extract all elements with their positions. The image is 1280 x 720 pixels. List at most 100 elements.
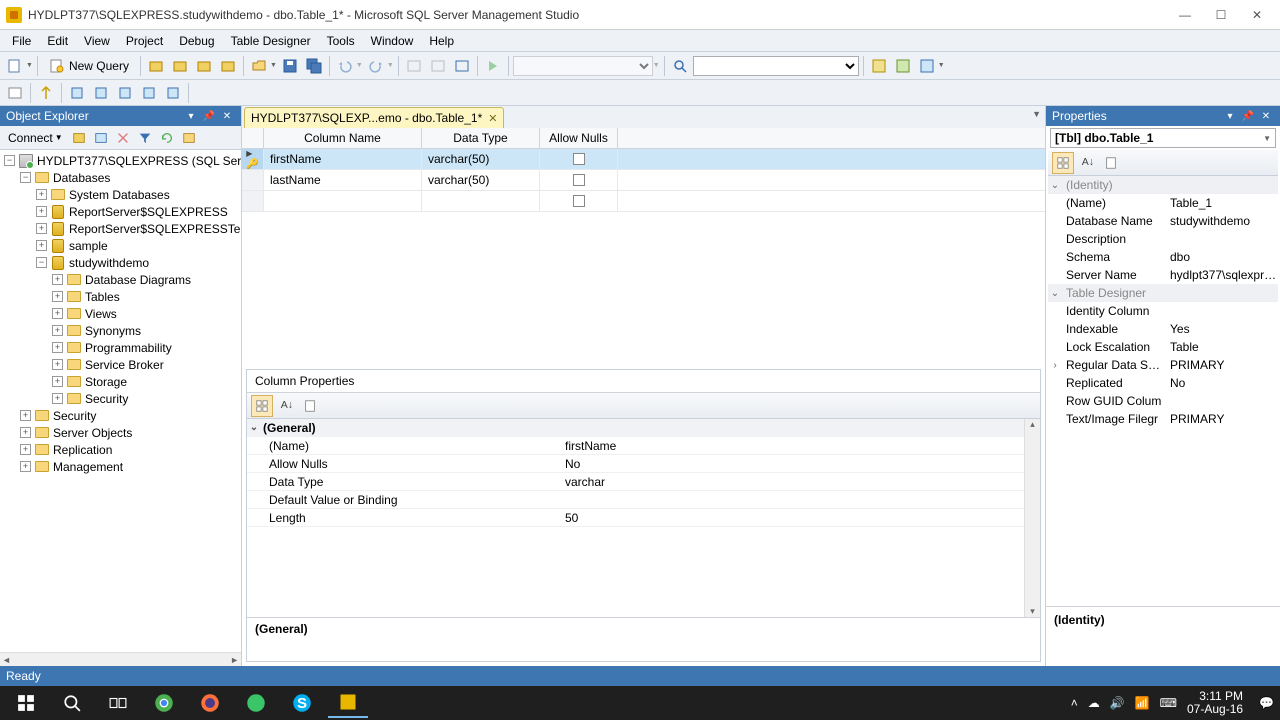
row-selector-0[interactable]: 🔑 (242, 149, 264, 169)
oe-tb-disconnect[interactable] (113, 128, 133, 148)
tb-btn-c[interactable] (916, 55, 938, 77)
tree-node-replication[interactable]: +Replication (0, 441, 241, 458)
tray-keyboard-icon[interactable]: ⌨ (1160, 696, 1177, 710)
col-header-allownulls[interactable]: Allow Nulls (540, 128, 618, 148)
colprops-alpha-button[interactable]: A↓ (275, 395, 297, 417)
tree-node-db-security[interactable]: +Security (0, 390, 241, 407)
tree-node-security[interactable]: +Security (0, 407, 241, 424)
oe-tb-2[interactable] (91, 128, 111, 148)
tree-node-sample[interactable]: +sample (0, 237, 241, 254)
tree-node-dbdiagrams[interactable]: +Database Diagrams (0, 271, 241, 288)
tree-node-serverobjects[interactable]: +Server Objects (0, 424, 241, 441)
tree-node-programmability[interactable]: +Programmability (0, 339, 241, 356)
tb-btn-a[interactable] (868, 55, 890, 77)
taskbar-ssms[interactable] (328, 688, 368, 718)
props-alpha-button[interactable]: A↓ (1076, 152, 1098, 174)
grid-row-1[interactable]: lastName varchar(50) (242, 170, 1045, 191)
tree-node-tables[interactable]: +Tables (0, 288, 241, 305)
props-row-dataspace[interactable]: ›Regular Data SpacPRIMARY (1048, 356, 1278, 374)
cell-allownull-new[interactable] (540, 191, 618, 211)
close-button[interactable]: ✕ (1240, 4, 1274, 26)
tb-nav-2[interactable] (427, 55, 449, 77)
cell-colname-new[interactable] (264, 191, 422, 211)
tree-node-storage[interactable]: +Storage (0, 373, 241, 390)
props-row-lockesc[interactable]: Lock EscalationTable (1048, 338, 1278, 356)
tb-nav-3[interactable] (451, 55, 473, 77)
colprops-row-default[interactable]: Default Value or Binding (247, 491, 1024, 509)
oe-pin-icon[interactable]: 📌 (201, 108, 217, 124)
props-row-indexable[interactable]: IndexableYes (1048, 320, 1278, 338)
menu-file[interactable]: File (4, 32, 39, 50)
debug-combo[interactable] (513, 56, 653, 76)
tray-volume-icon[interactable]: 🔊 (1110, 696, 1125, 710)
cell-colname-1[interactable]: lastName (264, 170, 422, 190)
tb-btn-4[interactable] (217, 55, 239, 77)
colprops-cat-general[interactable]: ⌄(General) (247, 419, 1024, 437)
tree-node-views[interactable]: +Views (0, 305, 241, 322)
tree-node-synonyms[interactable]: +Synonyms (0, 322, 241, 339)
props-row-replicated[interactable]: ReplicatedNo (1048, 374, 1278, 392)
cell-allownull-0[interactable] (540, 149, 618, 169)
cell-datatype-1[interactable]: varchar(50) (422, 170, 540, 190)
checkbox-icon[interactable] (573, 174, 585, 186)
cell-colname-0[interactable]: firstName (264, 149, 422, 169)
redo-button[interactable] (365, 55, 387, 77)
props-cat-identity[interactable]: ⌄(Identity) (1048, 176, 1278, 194)
table-designer-grid[interactable]: Column Name Data Type Allow Nulls 🔑 firs… (242, 128, 1045, 369)
tree-node-reportservertemp[interactable]: +ReportServer$SQLEXPRESSTemp (0, 220, 241, 237)
checkbox-icon[interactable] (573, 195, 585, 207)
tree-node-studywithdemo[interactable]: −studywithdemo (0, 254, 241, 271)
taskbar-chrome[interactable] (144, 688, 184, 718)
props-row-description[interactable]: Description (1048, 230, 1278, 248)
row-selector-1[interactable] (242, 170, 264, 190)
col-header-datatype[interactable]: Data Type (422, 128, 540, 148)
tray-notifications-icon[interactable]: 💬 (1259, 696, 1274, 710)
menu-view[interactable]: View (76, 32, 118, 50)
tb-btn-b[interactable] (892, 55, 914, 77)
menu-debug[interactable]: Debug (171, 32, 222, 50)
props-dropdown-icon[interactable]: ▾ (1222, 108, 1238, 124)
oe-horizontal-scrollbar[interactable]: ◄► (0, 652, 241, 666)
menu-edit[interactable]: Edit (39, 32, 76, 50)
colprops-pages-button[interactable] (299, 395, 321, 417)
minimize-button[interactable]: — (1168, 4, 1202, 26)
col-header-name[interactable]: Column Name (264, 128, 422, 148)
props-row-rowguid[interactable]: Row GUID Colum (1048, 392, 1278, 410)
colprops-row-length[interactable]: Length50 (247, 509, 1024, 527)
checkbox-icon[interactable] (573, 153, 585, 165)
grid-row-0[interactable]: 🔑 firstName varchar(50) (242, 149, 1045, 170)
colprops-row-name[interactable]: (Name)firstName (247, 437, 1024, 455)
undo-button[interactable] (334, 55, 356, 77)
props-categorized-button[interactable] (1052, 152, 1074, 174)
properties-object-selector[interactable]: [Tbl] dbo.Table_1▼ (1050, 128, 1276, 148)
cell-allownull-1[interactable] (540, 170, 618, 190)
oe-tb-1[interactable] (69, 128, 89, 148)
tree-server-node[interactable]: −HYDLPT377\SQLEXPRESS (SQL Server 1 (0, 152, 241, 169)
tray-onedrive-icon[interactable]: ☁ (1088, 696, 1100, 710)
tb2-6[interactable] (138, 82, 160, 104)
save-all-button[interactable] (303, 55, 325, 77)
save-button[interactable] (279, 55, 301, 77)
open-button[interactable] (248, 55, 270, 77)
tb-btn-2[interactable] (169, 55, 191, 77)
oe-dropdown-icon[interactable]: ▾ (183, 108, 199, 124)
props-row-dbname[interactable]: Database Namestudywithdemo (1048, 212, 1278, 230)
tree-node-management[interactable]: +Management (0, 458, 241, 475)
colprops-categorized-button[interactable] (251, 395, 273, 417)
props-row-name[interactable]: (Name)Table_1 (1048, 194, 1278, 212)
tree-node-servicebroker[interactable]: +Service Broker (0, 356, 241, 373)
oe-close-icon[interactable]: ✕ (219, 108, 235, 124)
connect-button[interactable]: Connect ▼ (4, 128, 67, 148)
menu-help[interactable]: Help (421, 32, 462, 50)
tray-chevron-icon[interactable]: ˄ (1071, 696, 1078, 710)
colprops-row-allownulls[interactable]: Allow NullsNo (247, 455, 1024, 473)
tb2-5[interactable] (114, 82, 136, 104)
find-combo[interactable] (693, 56, 859, 76)
menu-table-designer[interactable]: Table Designer (223, 32, 319, 50)
tabstrip-dropdown-icon[interactable]: ▼ (1032, 109, 1041, 119)
tree-node-reportserver[interactable]: +ReportServer$SQLEXPRESS (0, 203, 241, 220)
new-query-button[interactable]: New Query (42, 55, 136, 77)
tb-btn-1[interactable] (145, 55, 167, 77)
props-pin-icon[interactable]: 📌 (1240, 108, 1256, 124)
start-button[interactable] (6, 688, 46, 718)
